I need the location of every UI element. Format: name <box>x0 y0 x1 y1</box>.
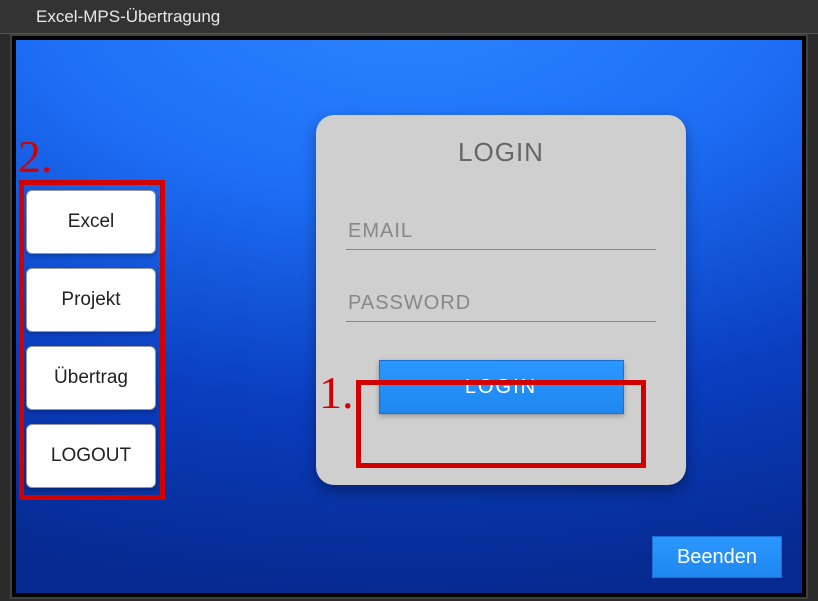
window-title: Excel-MPS-Übertragung <box>36 7 220 27</box>
sidebar-item-projekt[interactable]: Projekt <box>26 268 156 332</box>
annotation-number-2: 2. <box>18 130 53 183</box>
login-card: LOGIN LOGIN <box>316 115 686 485</box>
window-frame: Excel Projekt Übertrag LOGOUT LOGIN LOGI… <box>10 34 808 599</box>
login-title: LOGIN <box>346 137 656 168</box>
sidebar-item-label: Projekt <box>61 289 120 311</box>
sidebar-item-label: LOGOUT <box>51 445 131 467</box>
app-panel: Excel Projekt Übertrag LOGOUT LOGIN LOGI… <box>16 40 802 593</box>
login-button[interactable]: LOGIN <box>379 360 624 414</box>
password-field[interactable] <box>346 288 656 322</box>
sidebar: Excel Projekt Übertrag LOGOUT <box>26 190 171 488</box>
sidebar-item-logout[interactable]: LOGOUT <box>26 424 156 488</box>
close-button[interactable]: Beenden <box>652 536 782 578</box>
sidebar-item-uebertrag[interactable]: Übertrag <box>26 346 156 410</box>
email-field[interactable] <box>346 216 656 250</box>
sidebar-item-label: Übertrag <box>54 367 128 389</box>
sidebar-item-label: Excel <box>68 211 114 233</box>
sidebar-item-excel[interactable]: Excel <box>26 190 156 254</box>
